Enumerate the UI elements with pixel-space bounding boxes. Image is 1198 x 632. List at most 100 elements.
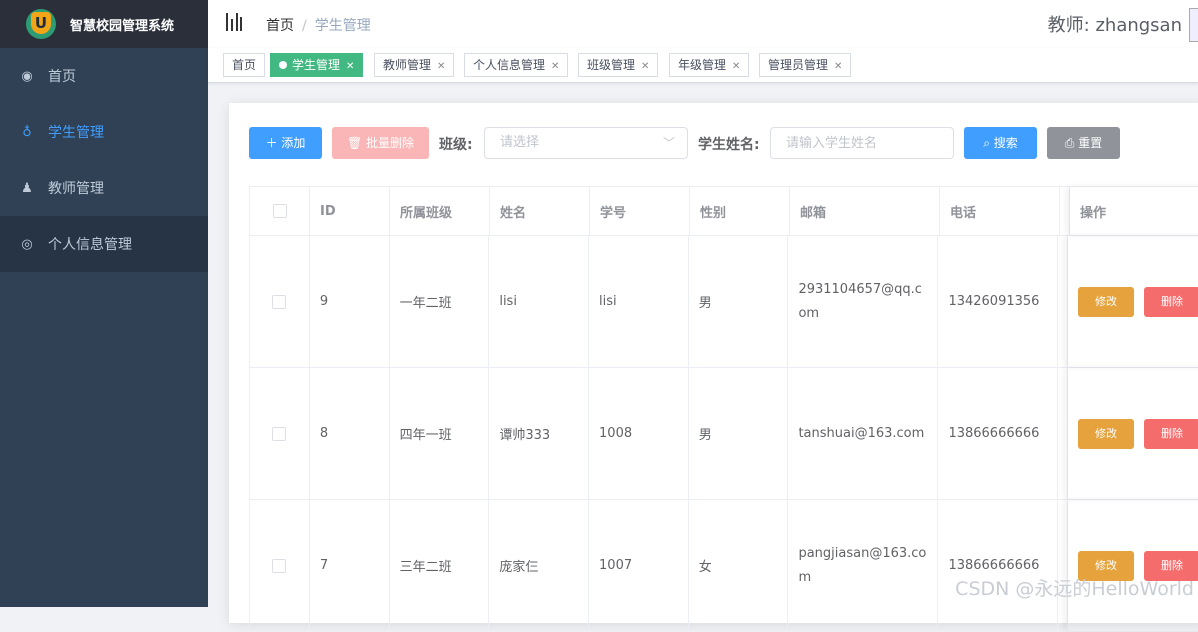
sidebar-item-teacher[interactable]: ♟ 教师管理 xyxy=(0,160,208,216)
cell-email-cell: 2931104657@qq.com xyxy=(788,236,939,367)
sidebar-item-profile[interactable]: ◎ 个人信息管理 xyxy=(0,216,208,272)
sidebar-item-label: 个人信息管理 xyxy=(48,237,132,253)
student-name-label: 学生姓名: xyxy=(698,137,760,153)
close-icon[interactable]: ✕ xyxy=(834,61,842,72)
table-row: 9 一年二班 lisi lisi 男 2931104657@qq.com 134… xyxy=(250,236,1198,368)
sidebar-item-label: 首页 xyxy=(48,69,76,85)
batch-delete-button[interactable]: 🗑 批量删除 xyxy=(332,127,429,159)
cell-email: pangjiasan@163.com xyxy=(798,545,927,585)
sidebar-item-home[interactable]: ◉ 首页 xyxy=(0,48,208,104)
row-checkbox[interactable] xyxy=(272,294,287,309)
cell-student-no: lisi xyxy=(589,236,689,367)
close-icon[interactable]: ✕ xyxy=(641,61,649,72)
main-card: ＋ 添加 🗑 批量删除 班级: 请选择 ﹀ 学生姓名: ⌕ 搜索 ⎙ 重置 ID… xyxy=(229,103,1198,632)
checkbox-cell xyxy=(250,500,310,631)
search-button[interactable]: ⌕ 搜索 xyxy=(964,127,1037,159)
tag-class[interactable]: 班级管理 ✕ xyxy=(578,53,659,77)
sidebar-item-label: 学生管理 xyxy=(48,125,104,141)
column-header[interactable]: 姓名 xyxy=(490,187,590,235)
reset-button[interactable]: ⎙ 重置 xyxy=(1047,127,1120,159)
breadcrumb-home[interactable]: 首页 xyxy=(266,18,294,34)
cell-gender: 女 xyxy=(689,500,789,631)
select-all-checkbox[interactable] xyxy=(272,204,287,218)
cell-phone: 13866666666 xyxy=(938,368,1059,499)
hamburger-icon[interactable] xyxy=(226,13,242,31)
cell-id: 7 xyxy=(310,500,390,631)
cell-gender: 男 xyxy=(689,236,789,367)
column-header[interactable]: 电话 xyxy=(940,187,1060,235)
tags-view: 首页 学生管理 ✕ 教师管理 ✕ 个人信息管理 ✕ 班级管理 ✕ 年级管理 ✕ 管理员管理… xyxy=(208,48,1198,83)
watermark: CSDN @永远的HelloWorld xyxy=(955,578,1194,600)
user-icon: ♁ xyxy=(22,124,32,140)
tag-home[interactable]: 首页 xyxy=(223,53,266,77)
column-header[interactable]: 性别 xyxy=(690,187,790,235)
spacer-cell xyxy=(1058,368,1069,499)
add-button[interactable]: ＋ 添加 xyxy=(249,127,322,159)
edit-button[interactable]: 修改 xyxy=(1078,418,1135,449)
tag-label: 管理员管理 xyxy=(768,58,829,72)
student-name-input[interactable] xyxy=(770,127,954,159)
tag-label: 学生管理 xyxy=(292,58,341,72)
tag-label: 首页 xyxy=(232,58,257,72)
tag-admin[interactable]: 管理员管理 ✕ xyxy=(759,53,852,77)
cell-email: 2931104657@qq.com xyxy=(798,281,922,321)
active-dot-icon xyxy=(279,61,287,69)
sidebar-item-student[interactable]: ♁ 学生管理 xyxy=(0,104,208,160)
row-checkbox[interactable] xyxy=(272,558,287,573)
cell-id: 8 xyxy=(310,368,390,499)
student-table: ID 所属班级 姓名 学号 性别 邮箱 电话 操作 9 一年二班 lisi li… xyxy=(249,186,1198,632)
user-name[interactable]: 教师: zhangsan xyxy=(1048,11,1182,37)
tag-label: 年级管理 xyxy=(678,58,727,72)
class-select[interactable]: 请选择 ﹀ xyxy=(484,127,688,159)
tag-label: 班级管理 xyxy=(587,58,636,72)
navbar: 首页 / 学生管理 教师: zhangsan xyxy=(208,0,1198,48)
peoples-icon: ♟ xyxy=(21,180,33,196)
logo-bar: U 智慧校园管理系统 xyxy=(0,0,208,48)
class-label: 班级: xyxy=(439,137,473,153)
column-header[interactable]: 邮箱 xyxy=(790,187,940,235)
tag-profile[interactable]: 个人信息管理 ✕ xyxy=(464,53,569,77)
close-icon[interactable]: ✕ xyxy=(437,61,445,72)
spacer-cell xyxy=(1058,236,1069,367)
cell-email-cell: pangjiasan@163.com xyxy=(788,500,939,631)
cell-class: 三年二班 xyxy=(390,500,490,631)
profile-icon: ◎ xyxy=(21,236,33,252)
cell-id: 9 xyxy=(310,236,390,367)
dashboard-icon: ◉ xyxy=(21,68,33,84)
app-title: 智慧校园管理系统 xyxy=(70,18,175,34)
edit-button[interactable]: 修改 xyxy=(1078,286,1135,317)
table-header: ID 所属班级 姓名 学号 性别 邮箱 电话 操作 xyxy=(250,187,1198,236)
tag-teacher[interactable]: 教师管理 ✕ xyxy=(374,53,455,77)
breadcrumb-separator: / xyxy=(302,18,307,34)
sidebar: U 智慧校园管理系统 ◉ 首页 ♁ 学生管理 ♟ 教师管理 ◎ 个人信息管理 xyxy=(0,0,208,607)
avatar[interactable] xyxy=(1189,8,1198,42)
column-header[interactable]: 所属班级 xyxy=(390,187,490,235)
logo-letter: U xyxy=(34,14,48,32)
close-icon[interactable]: ✕ xyxy=(551,61,559,72)
column-header[interactable]: ID xyxy=(310,187,390,235)
column-header: 操作 xyxy=(1070,187,1198,235)
checkbox-cell xyxy=(250,368,310,499)
row-checkbox[interactable] xyxy=(272,426,287,441)
cell-gender: 男 xyxy=(689,368,789,499)
delete-button[interactable]: 删除 xyxy=(1144,418,1198,449)
tag-grade[interactable]: 年级管理 ✕ xyxy=(669,53,750,77)
tag-label: 个人信息管理 xyxy=(473,58,546,72)
cell-phone: 13426091356 xyxy=(938,236,1059,367)
column-header[interactable]: 学号 xyxy=(590,187,690,235)
cell-class: 一年二班 xyxy=(390,236,490,367)
chevron-down-icon: ﹀ xyxy=(662,136,675,150)
logo-icon: U xyxy=(26,9,56,39)
tag-student[interactable]: 学生管理 ✕ xyxy=(270,53,364,77)
breadcrumb: 首页 / 学生管理 xyxy=(266,15,371,35)
close-icon[interactable]: ✕ xyxy=(346,61,354,72)
cell-email-cell: tanshuai@163.com xyxy=(788,368,939,499)
class-select-placeholder: 请选择 xyxy=(500,135,540,150)
delete-button[interactable]: 删除 xyxy=(1144,286,1198,317)
sidebar-item-label: 教师管理 xyxy=(48,181,104,197)
spacer-cell xyxy=(1058,500,1069,631)
cell-email: tanshuai@163.com xyxy=(798,425,925,441)
close-icon[interactable]: ✕ xyxy=(732,61,740,72)
cell-name: lisi xyxy=(489,236,590,367)
actions-cell: 修改 删除 xyxy=(1068,500,1198,631)
